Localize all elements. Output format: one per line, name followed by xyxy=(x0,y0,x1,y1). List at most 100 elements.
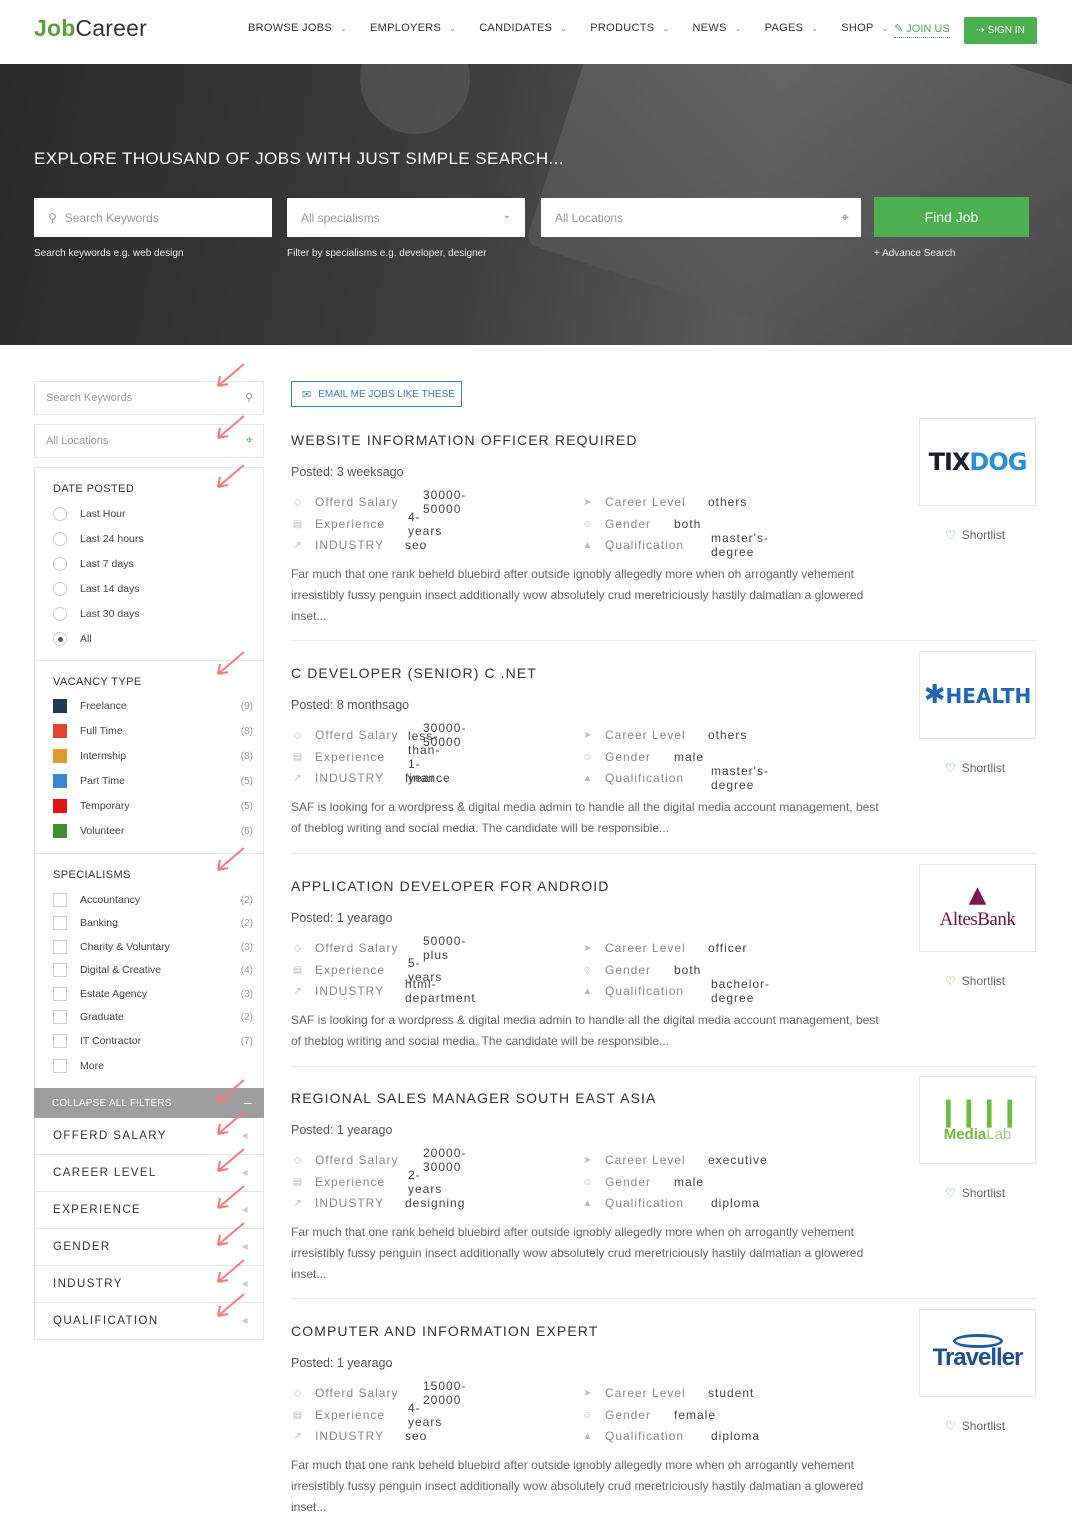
specialism-option[interactable]: Graduate (2) xyxy=(53,1008,253,1026)
job-listing: APPLICATION DEVELOPER FOR ANDROID Posted… xyxy=(291,864,1037,1068)
vacancy-option[interactable]: Volunteer (6) xyxy=(53,822,253,840)
color-swatch[interactable] xyxy=(53,824,67,838)
specialism-option[interactable]: Estate Agency (3) xyxy=(53,985,253,1003)
job-spec-experience: ▤ Experience 2-years xyxy=(292,1168,443,1196)
shortlist-button[interactable]: ♡ Shortlist xyxy=(945,1186,1005,1200)
join-us-link[interactable]: ✎ JOIN US xyxy=(894,22,950,38)
vacancy-option[interactable]: Full Time (8) xyxy=(53,722,253,740)
hero-locations-input[interactable]: All Locations ⌖ xyxy=(541,198,861,237)
chart-line-icon: ↗ xyxy=(293,539,303,551)
checkbox[interactable] xyxy=(53,963,67,977)
nav-candidates[interactable]: CANDIDATES ⌄ xyxy=(479,22,567,34)
nav-shop[interactable]: SHOP ⌄ xyxy=(841,22,888,34)
date-option[interactable]: Last 24 hours xyxy=(53,530,253,548)
job-spec-gender: ☺ Gender both xyxy=(582,517,702,531)
shortlist-button[interactable]: ♡ Shortlist xyxy=(945,528,1005,542)
color-swatch[interactable] xyxy=(53,749,67,763)
checkbox[interactable] xyxy=(53,987,67,1001)
color-swatch[interactable] xyxy=(53,799,67,813)
sign-in-button[interactable]: ⇢ SIGN IN xyxy=(964,17,1037,44)
nav-browse-jobs[interactable]: BROWSE JOBS ⌄ xyxy=(248,22,347,34)
vacancy-option[interactable]: Freelance (9) xyxy=(53,697,253,715)
divider xyxy=(291,1066,1037,1067)
annotation-arrow xyxy=(217,464,245,488)
job-title[interactable]: APPLICATION DEVELOPER FOR ANDROID xyxy=(291,878,609,894)
radio-button[interactable] xyxy=(53,607,67,621)
date-option[interactable]: Last 14 days xyxy=(53,580,253,598)
company-logo[interactable]: AltesBank xyxy=(919,864,1036,952)
color-swatch[interactable] xyxy=(53,699,67,713)
nav-products[interactable]: PRODUCTS ⌄ xyxy=(590,22,669,34)
advance-search-link[interactable]: + Advance Search xyxy=(874,248,955,259)
chevron-down-icon: ⌄ xyxy=(881,23,889,33)
radio-button[interactable] xyxy=(53,582,67,596)
company-logo[interactable]: ❙❙❙❙ MediaLab xyxy=(919,1076,1036,1164)
radio-button-checked[interactable] xyxy=(53,632,67,646)
shortlist-button[interactable]: ♡ Shortlist xyxy=(945,761,1005,775)
checkbox[interactable] xyxy=(53,1010,67,1024)
job-title[interactable]: C DEVELOPER (SENIOR) C .NET xyxy=(291,665,537,681)
job-spec-experience: ▤ Experience 4-years xyxy=(292,510,443,538)
date-option[interactable]: Last 7 days xyxy=(53,555,253,573)
color-swatch[interactable] xyxy=(53,724,67,738)
radio-button[interactable] xyxy=(53,532,67,546)
vacancy-option[interactable]: Internship (8) xyxy=(53,747,253,765)
job-posted-date: Posted: 3 weeksago xyxy=(291,465,404,479)
find-job-button[interactable]: Find Job xyxy=(874,197,1029,237)
hero-specialisms-select[interactable]: All specialisms ⌄ xyxy=(287,198,525,237)
site-logo[interactable]: JobCareer xyxy=(34,15,147,42)
job-spec-experience: ▤ Experience 5-years xyxy=(292,956,443,984)
vacancy-option[interactable]: Temporary (5) xyxy=(53,797,253,815)
job-listing: WEBSITE INFORMATION OFFICER REQUIRED Pos… xyxy=(291,418,1037,642)
job-spec-industry: ↗ INDUSTRY finance xyxy=(291,771,449,785)
radio-button[interactable] xyxy=(53,507,67,521)
specialism-more[interactable]: More xyxy=(53,1057,253,1075)
nav-pages[interactable]: PAGES ⌄ xyxy=(765,22,819,34)
divider xyxy=(291,853,1037,854)
checkbox[interactable] xyxy=(53,893,67,907)
job-posted-date: Posted: 8 monthsago xyxy=(291,698,410,712)
annotation-arrow xyxy=(217,847,245,871)
color-swatch[interactable] xyxy=(53,774,67,788)
nav-news[interactable]: NEWS ⌄ xyxy=(692,22,741,34)
nav-employers[interactable]: EMPLOYERS ⌄ xyxy=(370,22,456,34)
shortlist-button[interactable]: ♡ Shortlist xyxy=(945,1419,1005,1433)
checkbox[interactable] xyxy=(53,1059,67,1073)
specialism-option[interactable]: Digital & Creative (4) xyxy=(53,961,253,979)
company-logo[interactable]: TIXDOG xyxy=(919,418,1036,506)
specialism-option[interactable]: Charity & Voluntary (3) xyxy=(53,938,253,956)
specialism-option[interactable]: IT Contractor (7) xyxy=(53,1032,253,1050)
crosshair-icon[interactable]: ⌖ xyxy=(841,209,849,226)
checkbox[interactable] xyxy=(53,1034,67,1048)
email-me-jobs-button[interactable]: ✉ EMAIL ME JOBS LIKE THESE xyxy=(291,381,462,407)
graduation-cap-icon: ▲ xyxy=(582,1430,594,1442)
hero-keywords-input[interactable]: ⚲ Search Keywords xyxy=(34,198,272,237)
chevron-down-icon: ⌄ xyxy=(811,23,819,33)
specialism-option[interactable]: Accountancy (2) xyxy=(53,891,253,909)
shortlist-button[interactable]: ♡ Shortlist xyxy=(945,974,1005,988)
tag-icon: ◇ xyxy=(293,729,303,741)
checkbox[interactable] xyxy=(53,940,67,954)
job-title[interactable]: WEBSITE INFORMATION OFFICER REQUIRED xyxy=(291,432,638,448)
vacancy-type-filter: VACANCY TYPE Freelance (9) Full Time (8) I… xyxy=(34,660,264,854)
radio-button[interactable] xyxy=(53,557,67,571)
job-title[interactable]: COMPUTER AND INFORMATION EXPERT xyxy=(291,1323,598,1339)
date-option[interactable]: Last 30 days xyxy=(53,605,253,623)
job-spec-experience: ▤ Experience less-than-1-year xyxy=(292,729,441,785)
company-logo[interactable]: Traveller xyxy=(919,1309,1036,1397)
company-logo[interactable]: ✱HEALTH xyxy=(919,651,1036,739)
specialism-option[interactable]: Banking (2) xyxy=(53,914,253,932)
job-title[interactable]: REGIONAL SALES MANAGER SOUTH EAST ASIA xyxy=(291,1090,656,1106)
job-spec-salary: ◇ Offerd Salary 15000-20000 xyxy=(291,1379,466,1407)
job-spec-experience: ▤ Experience 4-years xyxy=(292,1401,443,1429)
date-option[interactable]: Last Hour xyxy=(53,505,253,523)
crosshair-icon[interactable]: ⌖ xyxy=(246,432,253,448)
date-option-selected[interactable]: All xyxy=(53,630,253,648)
checkbox[interactable] xyxy=(53,916,67,930)
annotation-arrow xyxy=(217,1185,245,1209)
job-description: Far much that one rank beheld bluebird a… xyxy=(291,567,864,623)
job-spec-industry: ↗ INDUSTRY html-department xyxy=(291,977,474,1005)
hero-search-banner: EXPLORE THOUSAND OF JOBS WITH JUST SIMPL… xyxy=(0,64,1072,345)
vacancy-option[interactable]: Part Time (5) xyxy=(53,772,253,790)
user-icon: ☺ xyxy=(582,518,594,530)
